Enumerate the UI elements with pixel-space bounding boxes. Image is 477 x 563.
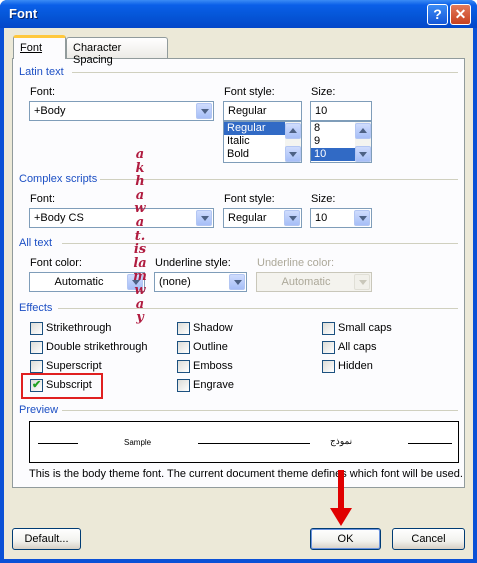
complex-font-style-value: Regular xyxy=(228,212,267,224)
all-caps-label[interactable]: All caps xyxy=(338,341,377,353)
help-button[interactable]: ? xyxy=(427,4,448,25)
complex-scripts-separator xyxy=(100,179,458,180)
emboss-label[interactable]: Emboss xyxy=(193,360,233,372)
close-button[interactable]: ✕ xyxy=(450,4,471,25)
window-title: Font xyxy=(9,6,38,21)
small-caps-label[interactable]: Small caps xyxy=(338,322,392,334)
superscript-label[interactable]: Superscript xyxy=(46,360,102,372)
annotation-arrow-head-icon xyxy=(330,508,352,526)
font-style-scrollbar[interactable] xyxy=(285,122,301,162)
latin-font-style-list[interactable]: Regular Italic Bold xyxy=(223,121,302,163)
preview-rule xyxy=(408,443,452,444)
tab-character-spacing[interactable]: Character Spacing xyxy=(66,37,168,66)
superscript-checkbox[interactable] xyxy=(30,360,43,373)
latin-font-style-value: Regular xyxy=(228,105,267,117)
chevron-down-icon[interactable] xyxy=(354,210,370,226)
effects-separator xyxy=(58,308,458,309)
complex-size-value: 10 xyxy=(315,212,328,224)
default-button[interactable]: Default... xyxy=(12,528,81,550)
latin-font-style-input[interactable]: Regular xyxy=(223,101,302,121)
title-bar[interactable] xyxy=(0,0,477,28)
shadow-label[interactable]: Shadow xyxy=(193,322,233,334)
underline-color-label: Underline color: xyxy=(257,257,335,269)
default-button-label: Default... xyxy=(24,533,69,545)
size-scrollbar[interactable] xyxy=(355,122,371,162)
annotation-arrow-shaft xyxy=(338,470,344,512)
complex-font-combo[interactable]: +Body CS xyxy=(29,208,214,228)
ok-button-label: OK xyxy=(337,533,354,545)
watermark-text: akhawat.islamway xyxy=(133,147,147,326)
latin-size-label: Size: xyxy=(311,86,336,98)
hidden-checkbox[interactable] xyxy=(322,360,335,373)
chevron-down-icon[interactable] xyxy=(229,274,245,290)
all-text-section-label: All text xyxy=(19,237,53,249)
tab-font-label: Font xyxy=(20,42,43,54)
complex-font-style-label: Font style: xyxy=(224,193,275,205)
underline-style-combo[interactable]: (none) xyxy=(154,272,247,292)
all-text-separator xyxy=(62,243,458,244)
latin-text-section-label: Latin text xyxy=(19,66,64,78)
cancel-button-label: Cancel xyxy=(411,533,446,545)
shadow-checkbox[interactable] xyxy=(177,322,190,335)
hidden-label[interactable]: Hidden xyxy=(338,360,373,372)
preview-rule xyxy=(38,443,78,444)
ok-button[interactable]: OK xyxy=(310,528,381,550)
preview-sample-text: Sample xyxy=(124,438,152,447)
effects-section-label: Effects xyxy=(19,302,53,314)
latin-size-value: 10 xyxy=(315,105,328,117)
engrave-checkbox[interactable] xyxy=(177,379,190,392)
font-color-label: Font color: xyxy=(30,257,82,269)
double-strikethrough-checkbox[interactable] xyxy=(30,341,43,354)
complex-scripts-section-label: Complex scripts xyxy=(19,173,98,185)
complex-font-value: +Body CS xyxy=(34,212,84,224)
chevron-down-icon[interactable] xyxy=(196,210,212,226)
small-caps-checkbox[interactable] xyxy=(322,322,335,335)
preview-separator xyxy=(62,410,458,411)
scroll-up-icon[interactable] xyxy=(285,123,301,139)
scroll-up-icon[interactable] xyxy=(355,123,371,139)
latin-size-list[interactable]: 8 9 10 xyxy=(310,121,372,163)
preview-box xyxy=(29,421,459,463)
chevron-down-icon[interactable] xyxy=(284,210,300,226)
chevron-down-icon xyxy=(354,274,370,290)
underline-style-value: (none) xyxy=(159,276,191,288)
scroll-down-icon[interactable] xyxy=(285,146,301,162)
preview-description: This is the body theme font. The current… xyxy=(29,468,463,480)
latin-font-combo[interactable]: +Body xyxy=(29,101,214,121)
underline-color-value: Automatic xyxy=(281,276,331,288)
chevron-down-icon[interactable] xyxy=(196,103,212,119)
engrave-label[interactable]: Engrave xyxy=(193,379,234,391)
complex-size-combo[interactable]: 10 xyxy=(310,208,372,228)
preview-rule xyxy=(198,443,310,444)
preview-sample-arabic: نموذج xyxy=(330,436,353,446)
all-caps-checkbox[interactable] xyxy=(322,341,335,354)
latin-size-input[interactable]: 10 xyxy=(310,101,372,121)
complex-font-label: Font: xyxy=(30,193,56,205)
complex-font-style-combo[interactable]: Regular xyxy=(223,208,302,228)
underline-color-combo: Automatic xyxy=(256,272,372,292)
outline-label[interactable]: Outline xyxy=(193,341,228,353)
emboss-checkbox[interactable] xyxy=(177,360,190,373)
underline-style-label: Underline style: xyxy=(155,257,231,269)
scroll-down-icon[interactable] xyxy=(355,146,371,162)
double-strikethrough-label[interactable]: Double strikethrough xyxy=(46,341,148,353)
subscript-highlight-annotation xyxy=(21,373,103,399)
strikethrough-label[interactable]: Strikethrough xyxy=(46,322,111,334)
outline-checkbox[interactable] xyxy=(177,341,190,354)
latin-font-label: Font: xyxy=(30,86,56,98)
list-item[interactable]: 10 xyxy=(311,148,355,161)
latin-text-separator xyxy=(72,72,458,73)
strikethrough-checkbox[interactable] xyxy=(30,322,43,335)
cancel-button[interactable]: Cancel xyxy=(392,528,465,550)
preview-section-label: Preview xyxy=(19,404,59,416)
font-color-combo[interactable]: Automatic xyxy=(29,272,145,292)
latin-font-style-label: Font style: xyxy=(224,86,275,98)
complex-size-label: Size: xyxy=(311,193,336,205)
tab-font[interactable]: Font xyxy=(13,35,66,59)
latin-font-value: +Body xyxy=(34,105,66,117)
font-color-value: Automatic xyxy=(54,276,104,288)
